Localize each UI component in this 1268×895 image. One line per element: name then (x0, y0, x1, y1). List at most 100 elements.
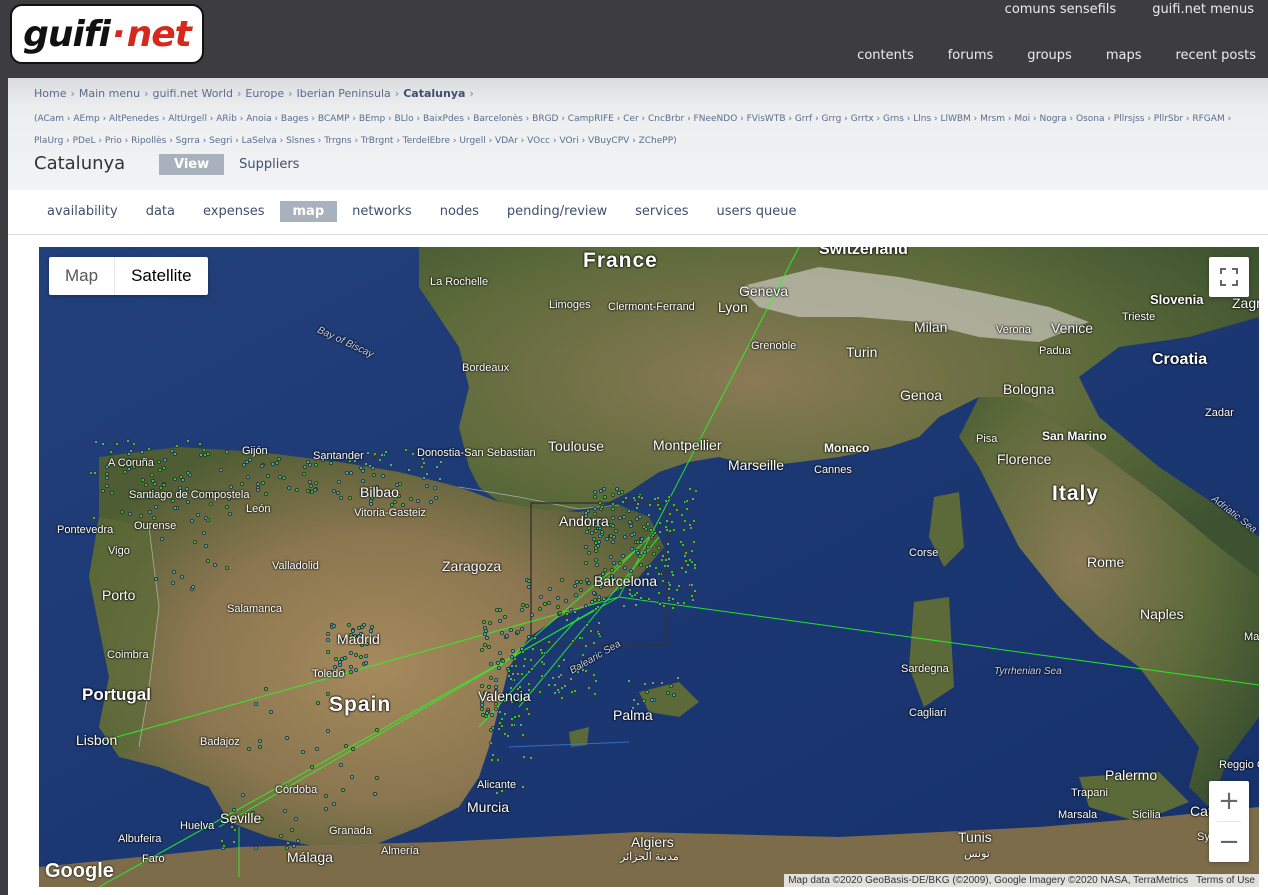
node-marker[interactable] (127, 511, 132, 516)
node-marker[interactable] (690, 598, 695, 603)
breadcrumb-world[interactable]: guifi.net World (152, 87, 233, 100)
node-marker[interactable] (522, 754, 527, 759)
node-marker[interactable] (276, 457, 281, 462)
node-marker[interactable] (256, 487, 261, 492)
google-logo[interactable]: Google (45, 860, 114, 883)
node-marker[interactable] (539, 659, 544, 664)
fullscreen-button[interactable] (1209, 257, 1249, 297)
node-marker[interactable] (620, 553, 625, 558)
node-marker[interactable] (592, 489, 597, 494)
node-marker[interactable] (323, 793, 328, 798)
node-marker[interactable] (388, 462, 393, 467)
tab-expenses[interactable]: expenses (190, 201, 278, 222)
node-marker[interactable] (642, 524, 647, 529)
node-marker[interactable] (139, 513, 144, 518)
node-marker[interactable] (369, 501, 373, 506)
node-marker[interactable] (484, 628, 489, 633)
node-marker[interactable] (527, 681, 532, 686)
node-marker[interactable] (610, 493, 615, 498)
node-marker[interactable] (667, 582, 672, 587)
node-marker[interactable] (635, 539, 640, 544)
node-marker[interactable] (537, 606, 542, 611)
node-marker[interactable] (599, 504, 604, 509)
node-marker[interactable] (179, 474, 184, 479)
node-marker[interactable] (681, 600, 686, 605)
node-marker[interactable] (574, 579, 579, 584)
node-marker[interactable] (577, 636, 582, 641)
node-marker[interactable] (219, 838, 224, 843)
node-marker[interactable] (363, 660, 368, 665)
node-marker[interactable] (175, 443, 180, 448)
node-marker[interactable] (670, 596, 675, 601)
node-marker[interactable] (359, 465, 364, 470)
node-marker[interactable] (128, 448, 133, 453)
node-marker[interactable] (618, 560, 623, 565)
node-marker[interactable] (486, 644, 491, 649)
node-marker[interactable] (232, 839, 236, 844)
node-marker[interactable] (310, 764, 315, 769)
tab-data[interactable]: data (133, 201, 188, 222)
node-marker[interactable] (496, 666, 501, 671)
node-marker[interactable] (679, 565, 684, 570)
node-marker[interactable] (325, 728, 330, 733)
tab-availability[interactable]: availability (34, 201, 131, 222)
map-type-map-button[interactable]: Map (49, 257, 114, 295)
node-marker[interactable] (676, 583, 681, 588)
node-marker[interactable] (547, 682, 551, 687)
node-marker[interactable] (349, 470, 354, 475)
main-menu-recent-posts[interactable]: recent posts (1175, 48, 1256, 63)
node-marker[interactable] (659, 558, 664, 563)
node-marker[interactable] (662, 563, 667, 568)
node-marker[interactable] (683, 558, 688, 563)
node-marker[interactable] (519, 646, 524, 651)
node-marker[interactable] (313, 462, 318, 467)
node-marker[interactable] (490, 752, 495, 757)
node-marker[interactable] (379, 452, 384, 457)
node-marker[interactable] (530, 646, 535, 651)
node-marker[interactable] (553, 682, 558, 687)
node-marker[interactable] (254, 701, 259, 706)
node-marker[interactable] (195, 512, 200, 517)
tab-nodes[interactable]: nodes (427, 201, 492, 222)
breadcrumb-europe[interactable]: Europe (245, 87, 284, 100)
node-marker[interactable] (212, 563, 217, 568)
node-marker[interactable] (528, 756, 533, 761)
node-marker[interactable] (593, 606, 598, 611)
node-marker[interactable] (91, 515, 96, 520)
node-marker[interactable] (594, 540, 599, 545)
node-marker[interactable] (542, 601, 547, 606)
breadcrumb-home[interactable]: Home (34, 87, 66, 100)
node-marker[interactable] (528, 658, 533, 663)
node-marker[interactable] (559, 695, 564, 700)
node-marker[interactable] (626, 509, 631, 514)
node-marker[interactable] (591, 537, 596, 542)
node-marker[interactable] (520, 785, 525, 789)
node-marker[interactable] (489, 727, 494, 732)
node-marker[interactable] (610, 506, 615, 511)
node-marker[interactable] (263, 491, 268, 496)
node-marker[interactable] (562, 683, 567, 688)
node-marker[interactable] (665, 541, 670, 546)
guifi-logo[interactable]: guifi · net (10, 4, 204, 64)
node-marker[interactable] (692, 518, 697, 523)
node-marker[interactable] (172, 506, 177, 510)
subzones-line-1[interactable]: (ACam › AEmp › AltPenedes › AltUrgell › … (34, 108, 1264, 130)
node-marker[interactable] (201, 447, 206, 452)
node-marker[interactable] (584, 530, 589, 535)
node-marker[interactable] (685, 498, 690, 503)
node-marker[interactable] (638, 595, 643, 600)
node-marker[interactable] (344, 470, 349, 475)
tab-suppliers[interactable]: Suppliers (224, 154, 314, 175)
node-marker[interactable] (421, 460, 426, 465)
node-marker[interactable] (479, 647, 484, 652)
node-marker[interactable] (558, 610, 563, 615)
subzones-line-2[interactable]: PlaUrg › PDeL › Prio › Ripollès › Sgrra … (34, 130, 1264, 152)
node-marker[interactable] (593, 506, 598, 511)
node-marker[interactable] (530, 612, 535, 617)
node-marker[interactable] (489, 712, 494, 717)
node-marker[interactable] (692, 566, 697, 571)
node-marker[interactable] (343, 744, 348, 749)
node-marker[interactable] (325, 649, 330, 654)
node-marker[interactable] (286, 840, 291, 845)
node-marker[interactable] (331, 802, 336, 807)
